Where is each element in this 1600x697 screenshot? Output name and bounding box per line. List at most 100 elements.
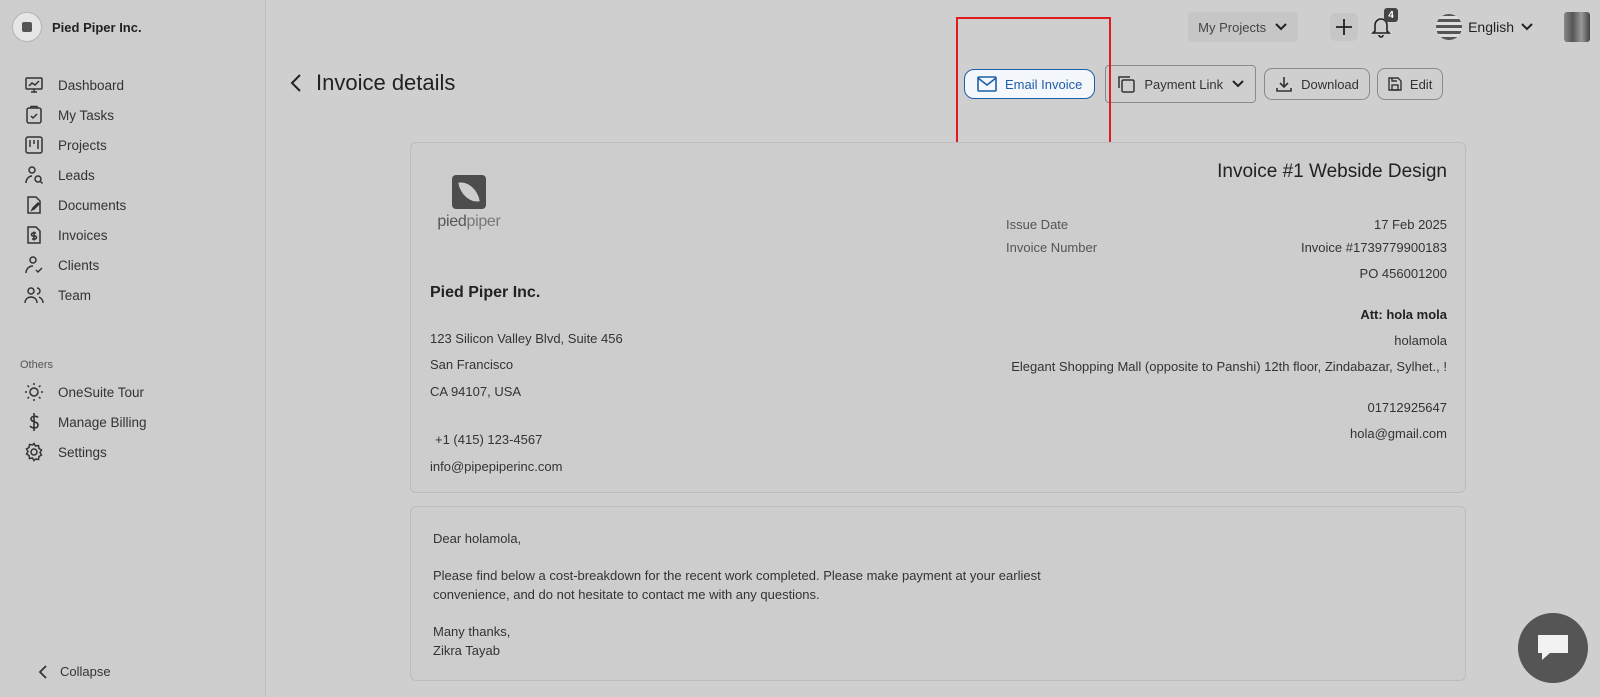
page-header: Invoice details (290, 70, 455, 96)
my-projects-label: My Projects (1198, 19, 1267, 35)
sidebar-item-label: Manage Billing (58, 414, 147, 430)
client-phone: 01712925647 (1367, 400, 1447, 415)
language-flag-icon (1436, 14, 1463, 40)
sidebar-item-label: Projects (58, 137, 107, 153)
email-invoice-label: Email Invoice (1005, 76, 1083, 92)
sidebar-item-label: Clients (58, 257, 100, 273)
others-section-label: Others (20, 359, 54, 371)
projects-icon (25, 136, 43, 154)
chevron-left-icon (290, 74, 301, 92)
message-body: Please find below a cost-breakdown for t… (433, 568, 1041, 602)
chat-button[interactable] (1518, 613, 1588, 683)
invoice-message: Dear holamola, Please find below a cost-… (410, 506, 1466, 681)
edit-label: Edit (1409, 76, 1433, 92)
message-greeting: Dear holamola, (433, 531, 522, 546)
sidebar-item-projects[interactable]: Projects (24, 130, 126, 160)
sidebar-nav: Dashboard My Tasks Projects Leads Docume… (24, 70, 126, 310)
message-signature: Zikra Tayab (433, 643, 500, 658)
download-icon (1276, 77, 1292, 92)
sidebar-item-label: OneSuite Tour (58, 384, 145, 400)
user-avatar[interactable] (1564, 12, 1590, 42)
back-button[interactable] (290, 73, 302, 93)
edit-button[interactable]: Edit (1376, 68, 1444, 100)
team-icon (24, 287, 44, 304)
gear-icon (25, 442, 43, 462)
sun-icon (25, 383, 43, 401)
download-button[interactable]: Download (1264, 68, 1370, 100)
notification-badge: 4 (1384, 8, 1399, 22)
attention-line: Att: hola mola (1360, 307, 1447, 322)
company-address-line3: CA 94107, USA (430, 384, 522, 399)
my-projects-dropdown[interactable]: My Projects (1188, 12, 1299, 42)
sidebar-others-nav: OneSuite Tour Manage Billing Settings (24, 377, 147, 467)
collapse-button[interactable]: Collapse (38, 664, 111, 679)
company-phone: +1 (415) 123-4567 (435, 432, 543, 447)
sidebar-item-label: Team (58, 287, 92, 303)
sidebar-item-leads[interactable]: Leads (24, 160, 126, 190)
dashboard-icon (25, 77, 43, 93)
collapse-label: Collapse (60, 664, 111, 679)
sidebar-item-label: My Tasks (58, 107, 115, 123)
chevron-down-icon (1275, 23, 1287, 31)
payment-link-label: Payment Link (1144, 76, 1224, 92)
sidebar-item-team[interactable]: Team (24, 280, 126, 310)
po-number: PO 456001200 (1359, 266, 1447, 281)
mail-icon (977, 76, 997, 92)
download-label: Download (1301, 76, 1359, 92)
invoice-actions: Email Invoice Payment Link Download Edit (964, 65, 1450, 103)
invoices-icon (27, 226, 41, 244)
plus-icon (1336, 19, 1353, 35)
sidebar-item-documents[interactable]: Documents (24, 190, 126, 220)
sidebar-item-onesuite-tour[interactable]: OneSuite Tour (24, 377, 147, 407)
chevron-down-icon (1232, 80, 1244, 88)
invoice-number-value: Invoice #1739779900183 (1300, 240, 1447, 255)
dollar-icon (29, 413, 39, 431)
save-icon (1388, 77, 1402, 91)
brand-logo-icon (12, 12, 42, 42)
sidebar-item-label: Dashboard (58, 77, 125, 93)
sidebar-item-my-tasks[interactable]: My Tasks (24, 100, 126, 130)
payment-link-button[interactable]: Payment Link (1105, 65, 1257, 103)
chat-icon (1538, 635, 1568, 660)
chevron-left-icon (38, 664, 47, 679)
message-closing: Many thanks, (433, 624, 511, 639)
documents-icon (27, 196, 41, 214)
brand[interactable]: Pied Piper Inc. (12, 12, 142, 42)
copy-icon (1118, 76, 1136, 93)
client-email: hola@gmail.com (1349, 426, 1447, 441)
clients-icon (25, 256, 43, 274)
invoice-title: Invoice #1 Webside Design (1217, 161, 1447, 182)
language-selector[interactable]: English (1436, 14, 1534, 40)
invoice-card: piedpiper Pied Piper Inc. 123 Silicon Va… (410, 142, 1466, 493)
sidebar-item-label: Leads (58, 167, 95, 183)
leaf-logo-icon (452, 175, 486, 209)
sidebar-item-label: Invoices (58, 227, 108, 243)
issue-date-label: Issue Date (1006, 217, 1069, 232)
sidebar-item-manage-billing[interactable]: Manage Billing (24, 407, 147, 437)
sidebar-item-dashboard[interactable]: Dashboard (24, 70, 126, 100)
topbar: My Projects 4 English (1188, 8, 1590, 42)
sidebar-item-label: Documents (58, 197, 127, 213)
company-name: Pied Piper Inc. (430, 284, 541, 301)
logo-text: piedpiper (437, 213, 501, 230)
sidebar: Pied Piper Inc. Dashboard My Tasks Proje… (0, 0, 266, 697)
brand-name: Pied Piper Inc. (52, 19, 142, 35)
invoice-number-label: Invoice Number (1006, 240, 1098, 255)
sidebar-item-invoices[interactable]: Invoices (24, 220, 126, 250)
sidebar-item-label: Settings (58, 444, 107, 460)
client-address: Elegant Shopping Mall (opposite to Pansh… (1011, 359, 1447, 374)
add-button[interactable] (1330, 13, 1359, 41)
issue-date-value: 17 Feb 2025 (1373, 217, 1447, 232)
sidebar-item-settings[interactable]: Settings (24, 437, 147, 467)
company-address-line2: San Francisco (430, 357, 514, 372)
company-logo: piedpiper (431, 175, 507, 231)
notifications-button[interactable]: 4 (1366, 8, 1399, 42)
leads-icon (25, 166, 44, 185)
language-label: English (1468, 19, 1514, 35)
tasks-icon (26, 105, 42, 124)
email-invoice-button[interactable]: Email Invoice (964, 69, 1096, 99)
company-email: info@pipepiperinc.com (430, 459, 563, 474)
company-address-line1: 123 Silicon Valley Blvd, Suite 456 (430, 331, 623, 346)
client-name: holamola (1394, 333, 1447, 348)
sidebar-item-clients[interactable]: Clients (24, 250, 126, 280)
